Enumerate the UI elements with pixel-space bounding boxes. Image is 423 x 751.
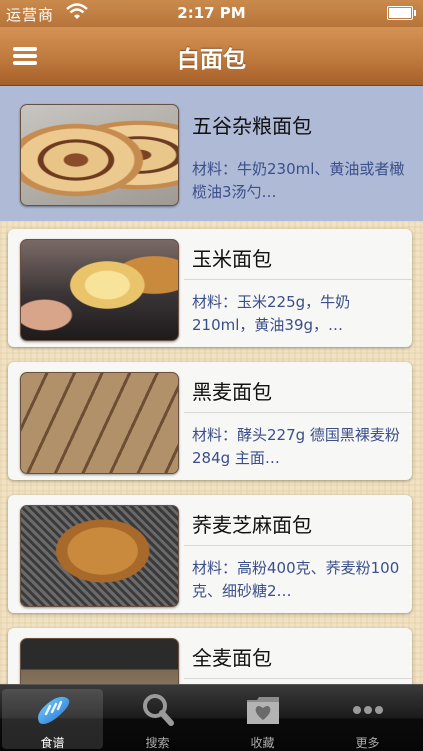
more-icon bbox=[352, 706, 383, 714]
divider bbox=[184, 545, 412, 546]
recipe-title: 全麦面包 bbox=[192, 646, 272, 670]
recipe-item[interactable]: 玉米面包 材料：玉米225g，牛奶210ml，黄油39g，… bbox=[8, 229, 412, 347]
tab-label: 食谱 bbox=[40, 736, 65, 750]
recipe-item[interactable]: 全麦面包 bbox=[8, 628, 412, 684]
recipe-thumbnail bbox=[20, 372, 179, 474]
recipe-thumbnail bbox=[20, 505, 179, 607]
bread-icon bbox=[37, 696, 69, 724]
status-bar: 运营商 2:17 PM bbox=[0, 0, 423, 27]
recipe-thumbnail bbox=[20, 104, 179, 206]
tab-label: 收藏 bbox=[250, 736, 275, 750]
recipe-description: 材料：牛奶230ml、黄油或者橄榄油3汤勺… bbox=[192, 160, 405, 201]
divider bbox=[184, 678, 412, 679]
recipe-description: 材料：高粉400克、荞麦粉100克、细砂糖2… bbox=[192, 559, 400, 600]
recipe-description: 材料：玉米225g，牛奶210ml，黄油39g，… bbox=[192, 293, 351, 334]
page-title: 白面包 bbox=[177, 47, 246, 73]
tab-label: 更多 bbox=[355, 736, 380, 750]
recipe-item[interactable]: 荞麦芝麻面包 材料：高粉400克、荞麦粉100克、细砂糖2… bbox=[8, 495, 412, 613]
recipe-title: 荞麦芝麻面包 bbox=[192, 513, 312, 537]
recipe-item[interactable]: 五谷杂粮面包 材料：牛奶230ml、黄油或者橄榄油3汤勺… bbox=[0, 86, 423, 221]
divider bbox=[184, 279, 412, 280]
tab-label: 搜索 bbox=[145, 736, 170, 750]
tab-more[interactable]: 更多 bbox=[317, 689, 418, 750]
recipe-description: 材料：酵头227g 德国黑裸麦粉284g 主面… bbox=[192, 426, 400, 467]
recipe-thumbnail bbox=[20, 638, 179, 684]
recipe-title: 玉米面包 bbox=[192, 247, 272, 271]
search-icon bbox=[142, 694, 174, 726]
recipe-list[interactable]: 五谷杂粮面包 材料：牛奶230ml、黄油或者橄榄油3汤勺… 玉米面包 材料：玉米… bbox=[0, 86, 423, 684]
status-time: 2:17 PM bbox=[177, 4, 246, 22]
divider bbox=[184, 412, 412, 413]
battery-icon bbox=[387, 6, 416, 20]
tab-recipes[interactable]: 食谱 bbox=[2, 689, 103, 750]
navigation-bar: 白面包 bbox=[0, 27, 423, 86]
recipe-title: 黑麦面包 bbox=[192, 380, 272, 404]
recipe-item[interactable]: 黑麦面包 材料：酵头227g 德国黑裸麦粉284g 主面… bbox=[8, 362, 412, 480]
tab-search[interactable]: 搜索 bbox=[107, 689, 208, 750]
tab-favorites[interactable]: 收藏 bbox=[212, 689, 313, 750]
recipe-thumbnail bbox=[20, 239, 179, 341]
tab-bar: 食谱 搜索 收藏 更多 bbox=[0, 684, 423, 751]
favorites-icon bbox=[246, 697, 279, 724]
recipe-title: 五谷杂粮面包 bbox=[192, 114, 312, 138]
